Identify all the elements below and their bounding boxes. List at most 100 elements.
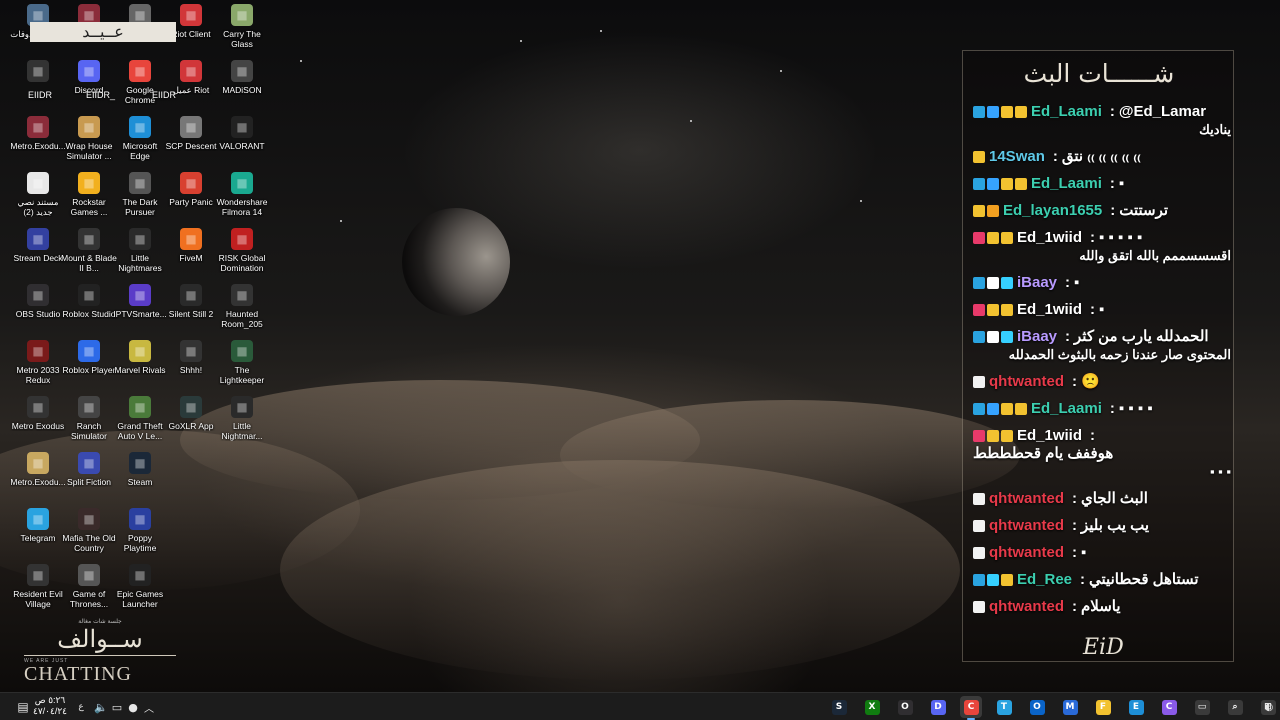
desktop-icon[interactable]: ■ Metro Exodus xyxy=(12,396,64,450)
desktop-icon[interactable]: ■ Metro 2033 Redux xyxy=(12,340,64,394)
copilot-corner-icon[interactable]: ◐ xyxy=(1258,696,1280,718)
telegram-icon: ■ xyxy=(27,508,49,530)
chat-separator: : xyxy=(1109,400,1115,417)
desktop-icon-label: VALORANT xyxy=(219,141,265,151)
desktop-icon[interactable]: ■ Rockstar Games ... xyxy=(63,172,115,226)
chat-badge-icon xyxy=(1001,430,1013,442)
language-indicator[interactable]: ع xyxy=(70,696,92,718)
taskbar-app-button[interactable]: T xyxy=(993,696,1015,718)
taskbar-app-button[interactable]: S xyxy=(828,696,850,718)
desktop-icon[interactable]: ■ Microsoft Edge xyxy=(114,116,166,170)
desktop-icon[interactable]: ■ Little Nightmar... xyxy=(216,396,268,450)
chat-badge-icon xyxy=(1001,232,1013,244)
chat-username: iBaay xyxy=(1017,274,1058,291)
desktop-icon[interactable]: ■ Roblox Player xyxy=(63,340,115,394)
desktop-icon[interactable]: ■ GoXLR App xyxy=(165,396,217,450)
desktop-icon[interactable]: ■ xyxy=(12,60,64,114)
show-hidden-icons-chevron-up-icon[interactable]: ︿ xyxy=(138,696,160,718)
desktop-icon[interactable]: ■ عميل Riot xyxy=(165,60,217,114)
chat-username: Ed_1wiid xyxy=(1017,229,1083,246)
search-icon: ⌕ xyxy=(1227,699,1243,715)
taskbar-app-button[interactable]: M xyxy=(1059,696,1081,718)
desktop-icon[interactable]: ■ The Lightkeeper xyxy=(216,340,268,394)
desktop-icon[interactable]: ■ Party Panic xyxy=(165,172,217,226)
taskbar-app-button[interactable]: E xyxy=(1125,696,1147,718)
winrar-icon: ■ xyxy=(27,116,49,138)
chat-username: qhtwanted xyxy=(989,544,1064,561)
desktop-icon[interactable]: ■ Telegram xyxy=(12,508,64,562)
taskbar-app-button[interactable]: ▭ xyxy=(1191,696,1213,718)
chat-message-text: نتق ₍₍ ₍₍ ₍₍ ₍₍ ₍₍ xyxy=(1061,148,1141,165)
brand-chatting-text: CHATTING xyxy=(24,663,132,685)
chat-badge-icon xyxy=(987,277,999,289)
taskbar-app-button[interactable]: D xyxy=(927,696,949,718)
game-icon: ■ xyxy=(27,340,49,362)
desktop-icon[interactable]: ■ Poppy Playtime xyxy=(114,508,166,562)
game-icon: ■ xyxy=(180,340,202,362)
taskbar-app-button[interactable]: C xyxy=(1158,696,1180,718)
taskbar: ▤ ٥:٢٦ ص ٤٧/٠٤/٢٤ ع 🔈 ▭ ● ︿ S X O D C T O M F E C ▭… xyxy=(0,692,1280,720)
desktop-icon[interactable]: ■ Stream Deck xyxy=(12,228,64,282)
chat-badge-icon xyxy=(1001,106,1013,118)
desktop-icon-label: SCP Descent xyxy=(165,141,217,151)
taskbar-app-button[interactable]: O xyxy=(1026,696,1048,718)
game-icon: ■ xyxy=(231,340,253,362)
desktop-icon-label: Steam xyxy=(127,477,153,487)
chat-message: Ed_1wiid: ▪ ▪ ▪ ▪ ▪ اقسسسممم بالله اتقق وا… xyxy=(973,229,1231,265)
desktop-icon[interactable]: ■ Game of Thrones... xyxy=(63,564,115,618)
desktop-icon[interactable]: ■ Split Fiction xyxy=(63,452,115,506)
desktop-icon[interactable]: ■ RISK Global Domination xyxy=(216,228,268,282)
desktop-icon[interactable]: ■ Mafia The Old Country xyxy=(62,508,116,562)
desktop-icon[interactable]: ■ The Dark Pursuer xyxy=(114,172,166,226)
desktop-icon[interactable]: ■ SCP Descent xyxy=(165,116,217,170)
desktop-icon[interactable]: ■ Wondershare Filmora 14 xyxy=(216,172,268,226)
desktop-icon-label: Mafia The Old Country xyxy=(62,533,116,553)
desktop-icon[interactable]: ■ Metro.Exodu... xyxy=(10,452,66,506)
chat-separator: : xyxy=(1109,103,1115,120)
desktop-icon[interactable]: ■ Wrap House Simulator ... xyxy=(63,116,115,170)
taskbar-clock[interactable]: ٥:٢٦ ص ٤٧/٠٤/٢٤ xyxy=(30,695,70,717)
desktop-icon[interactable]: ■ IPTVSmarte... xyxy=(113,284,167,338)
desktop-icon[interactable]: ■ VALORANT xyxy=(216,116,268,170)
desktop-icon[interactable]: ■ مستند نصي جديد (2) xyxy=(12,172,64,226)
desktop-icon[interactable]: ■ Marvel Rivals xyxy=(114,340,166,394)
desktop-icon[interactable]: ■ Ranch Simulator xyxy=(63,396,115,450)
eiidr-label-3: EIIDR xyxy=(152,90,177,100)
desktop-icon[interactable]: ■ Metro.Exodu... xyxy=(10,116,66,170)
desktop-icon[interactable]: ■ Haunted Room_205 xyxy=(216,284,268,338)
taskbar-app-button[interactable]: ⌕ xyxy=(1224,696,1246,718)
desktop-icon[interactable]: ■ FiveM xyxy=(165,228,217,282)
chat-badge-icon xyxy=(973,232,985,244)
desktop-icon-label: Roblox Studio xyxy=(62,309,116,319)
outlook-icon: O xyxy=(1029,699,1045,715)
desktop-icon[interactable]: ■ Grand Theft Auto V Le... xyxy=(114,396,166,450)
desktop-icon[interactable]: ■ MADiSON xyxy=(216,60,268,114)
chat-message-text-continued: ▪ ▪ ▪ xyxy=(1209,464,1231,479)
epic-icon: ■ xyxy=(129,564,151,586)
chat-separator: : xyxy=(1072,373,1077,390)
chat-message: qhtwanted: 🙁 xyxy=(973,373,1231,391)
carry-glass-icon: ■ xyxy=(231,4,253,26)
desktop-icon[interactable]: ■ Steam xyxy=(114,452,166,506)
desktop-icon[interactable]: ■ Carry The Glass xyxy=(216,4,268,58)
desktop-icon[interactable]: ■ Google Chrome xyxy=(114,60,166,114)
desktop-icon[interactable]: ■ Roblox Studio xyxy=(63,284,115,338)
chat-badge-icon xyxy=(973,376,985,388)
desktop-icon-label: Mount & Blade II B... xyxy=(61,253,117,273)
taskbar-app-button[interactable]: O xyxy=(894,696,916,718)
desktop-icon[interactable]: ■ Silent Still 2 xyxy=(165,284,217,338)
taskbar-app-button[interactable]: X xyxy=(861,696,883,718)
desktop-icon[interactable]: ■ Little Nightmares xyxy=(114,228,166,282)
desktop-icon[interactable]: ■ Shhh! xyxy=(165,340,217,394)
chat-message: 14Swan: نتق ₍₍ ₍₍ ₍₍ ₍₍ ₍₍ xyxy=(973,148,1231,166)
desktop-icon[interactable]: ■ Discord xyxy=(63,60,115,114)
desktop-icon[interactable]: ■ Mount & Blade II B... xyxy=(61,228,117,282)
taskbar-app-button[interactable]: C xyxy=(960,696,982,720)
desktop-icon-label: Roblox Player xyxy=(62,365,116,375)
desktop-icon[interactable]: ■ Epic Games Launcher xyxy=(114,564,166,618)
steam-icon: S xyxy=(831,699,847,715)
desktop-icon[interactable]: ■ OBS Studio xyxy=(12,284,64,338)
desktop-icon[interactable]: ■ Resident Evil Village xyxy=(12,564,64,618)
chat-message: Ed_Laami: @Ed_Lamar يناديك xyxy=(973,103,1231,139)
taskbar-app-button[interactable]: F xyxy=(1092,696,1114,718)
